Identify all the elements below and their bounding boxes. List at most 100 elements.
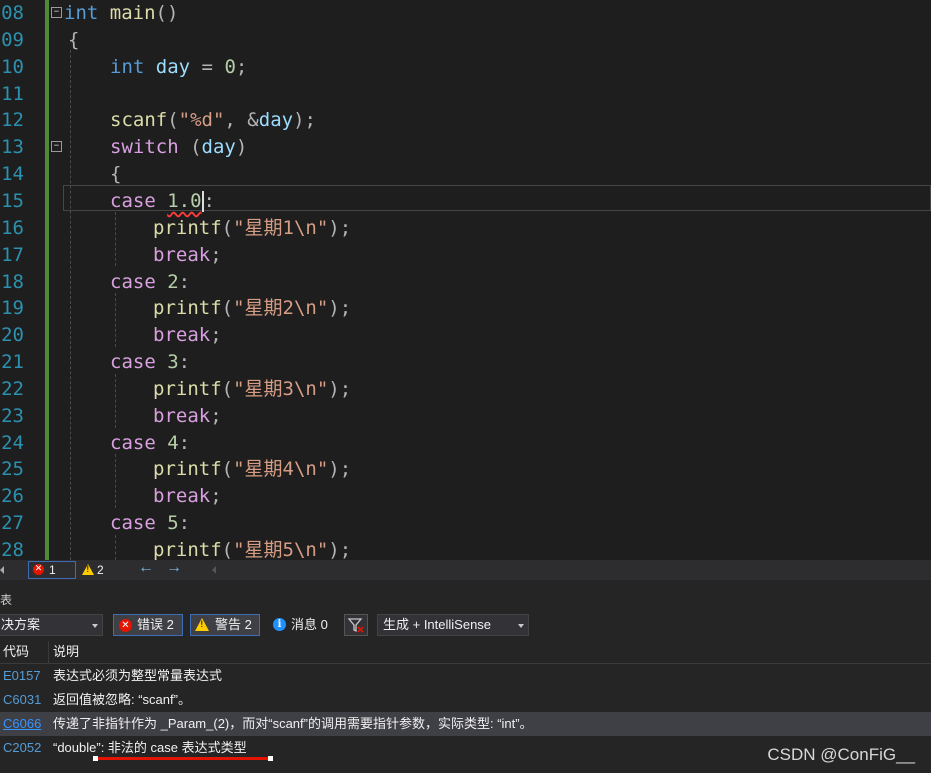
line-number: 11 bbox=[0, 81, 24, 108]
collapse-icon[interactable]: − bbox=[51, 141, 62, 153]
code-token: { bbox=[110, 163, 122, 186]
code-line[interactable]: 21 case 3: bbox=[0, 349, 931, 376]
code-line[interactable]: 17 break; bbox=[0, 242, 931, 269]
code-token: 4 bbox=[167, 431, 179, 454]
code-line[interactable]: 14 { bbox=[0, 161, 931, 188]
messages-filter-button[interactable]: i 消息 0 bbox=[267, 614, 335, 636]
code-editor[interactable]: 08− int main() 09{10 int day = 0; 11 12 scanf(… bbox=[0, 0, 931, 560]
code-line[interactable]: 24 case 4: bbox=[0, 430, 931, 457]
filter-icon bbox=[347, 618, 364, 633]
code-token: ; bbox=[235, 55, 248, 78]
code-text: { bbox=[68, 27, 79, 54]
line-number-text: 19 bbox=[1, 297, 24, 320]
warnings-filter-label: 警告 2 bbox=[215, 617, 252, 632]
filter-button[interactable] bbox=[344, 614, 368, 636]
code-line[interactable]: 23 break; bbox=[0, 403, 931, 430]
code-line[interactable]: 08 − int main() bbox=[0, 0, 931, 27]
scroll-left-icon[interactable] bbox=[212, 566, 216, 574]
line-number: 27 bbox=[0, 510, 24, 537]
error-count: 1 bbox=[49, 563, 56, 577]
code-token: printf bbox=[153, 297, 222, 320]
line-number: 13 bbox=[0, 134, 24, 161]
code-line[interactable]: 20 break; bbox=[0, 322, 931, 349]
error-list-row[interactable]: C6066 传递了非指针作为 _Param_(2)，而对“scanf”的调用需要指… bbox=[0, 712, 931, 736]
line-number-text: 16 bbox=[1, 216, 24, 239]
line-number-text: 20 bbox=[1, 324, 24, 347]
error-code-cell: C2052 bbox=[3, 736, 41, 760]
code-line[interactable]: 18 case 2: bbox=[0, 269, 931, 296]
code-token: ); bbox=[328, 377, 352, 400]
code-token: ; bbox=[210, 485, 222, 508]
line-number: 08 bbox=[0, 0, 24, 27]
warnings-filter-button[interactable]: ! 警告 2 bbox=[190, 614, 260, 636]
line-number: 12 bbox=[0, 107, 24, 134]
warning-count: 2 bbox=[97, 563, 104, 577]
code-token: ); bbox=[328, 458, 352, 481]
line-number: 20 bbox=[0, 322, 24, 349]
code-line[interactable]: 26 break; bbox=[0, 483, 931, 510]
error-list-row[interactable]: E0157 表达式必须为整型常量表达式 bbox=[0, 664, 931, 688]
errors-filter-button[interactable]: ✕ 错误 2 bbox=[113, 614, 183, 636]
code-line[interactable]: 13 − switch (day) bbox=[0, 134, 931, 161]
code-token: scanf bbox=[110, 109, 168, 132]
line-number: 18 bbox=[0, 269, 24, 296]
code-text: printf("星期1\n"); bbox=[153, 215, 351, 242]
error-count-indicator[interactable]: ✕ 1 bbox=[28, 561, 76, 579]
line-number: 15 bbox=[0, 188, 24, 215]
error-code[interactable]: C6066 bbox=[3, 716, 41, 731]
code-text: printf("星期3\n"); bbox=[153, 376, 351, 403]
code-text: break; bbox=[153, 483, 222, 510]
error-code: C6031 bbox=[3, 692, 42, 707]
editor-status-strip: ✕ 1 ! 2 ← → bbox=[0, 559, 931, 580]
code-line[interactable]: 09 { bbox=[0, 27, 931, 54]
code-token: break bbox=[153, 485, 211, 508]
code-line[interactable]: 22 printf("星期3\n"); bbox=[0, 376, 931, 403]
code-line[interactable]: 28 printf("星期5\n"); bbox=[0, 537, 931, 560]
code-token: 2 bbox=[167, 270, 179, 293]
scroll-left-icon[interactable] bbox=[0, 566, 4, 574]
previous-issue-arrow-icon[interactable]: ← bbox=[138, 559, 154, 577]
line-number-text: 24 bbox=[1, 431, 24, 454]
code-line[interactable]: 16 printf("星期1\n"); bbox=[0, 215, 931, 242]
code-text: case 1.0: bbox=[110, 188, 215, 215]
warning-count-indicator[interactable]: ! 2 bbox=[80, 562, 110, 578]
code-token: ); bbox=[328, 539, 352, 560]
collapse-icon[interactable]: − bbox=[51, 7, 62, 18]
build-source-value: 生成 + IntelliSense bbox=[383, 617, 492, 632]
column-header-description[interactable]: 说明 bbox=[53, 641, 79, 663]
error-description: 返回值被忽略: “scanf”。 bbox=[53, 692, 191, 707]
line-number-text: 22 bbox=[1, 377, 24, 400]
scope-dropdown[interactable]: 决方案 bbox=[0, 614, 103, 636]
code-line[interactable]: 19 printf("星期2\n"); bbox=[0, 295, 931, 322]
code-token: ( bbox=[221, 297, 234, 320]
column-header-code[interactable]: 代码 bbox=[3, 641, 29, 663]
next-issue-arrow-icon[interactable]: → bbox=[166, 559, 182, 577]
line-number: 24 bbox=[0, 430, 24, 457]
code-token: "星期3\n" bbox=[233, 377, 329, 400]
code-text: printf("星期4\n"); bbox=[153, 456, 351, 483]
line-number: 23 bbox=[0, 403, 24, 430]
line-number: 09 bbox=[0, 27, 24, 54]
line-number-text: 12 bbox=[1, 109, 24, 132]
code-line[interactable]: 25 printf("星期4\n"); bbox=[0, 456, 931, 483]
code-line[interactable]: 12 scanf("%d", &day); bbox=[0, 107, 931, 134]
line-number-text: 28 bbox=[1, 539, 24, 560]
code-token: case bbox=[110, 431, 156, 454]
line-number-text: 26 bbox=[1, 485, 24, 508]
code-token: printf bbox=[153, 458, 222, 481]
code-line[interactable]: 11 bbox=[0, 81, 931, 108]
build-source-dropdown[interactable]: 生成 + IntelliSense bbox=[377, 614, 529, 636]
error-list-row[interactable]: C6031 返回值被忽略: “scanf”。 bbox=[0, 688, 931, 712]
line-number-text: 21 bbox=[1, 351, 24, 374]
code-token: day bbox=[258, 109, 294, 132]
code-text: printf("星期5\n"); bbox=[153, 537, 351, 560]
code-token: ( bbox=[178, 136, 202, 159]
column-divider[interactable] bbox=[48, 641, 49, 663]
code-text: printf("星期2\n"); bbox=[153, 295, 351, 322]
code-line[interactable]: 10 int day = 0; bbox=[0, 54, 931, 81]
code-line[interactable]: 27 case 5: bbox=[0, 510, 931, 537]
error-description: 表达式必须为整型常量表达式 bbox=[53, 668, 223, 683]
code-line[interactable]: 15 case 1.0: bbox=[0, 188, 931, 215]
warning-icon: ! bbox=[195, 618, 209, 631]
